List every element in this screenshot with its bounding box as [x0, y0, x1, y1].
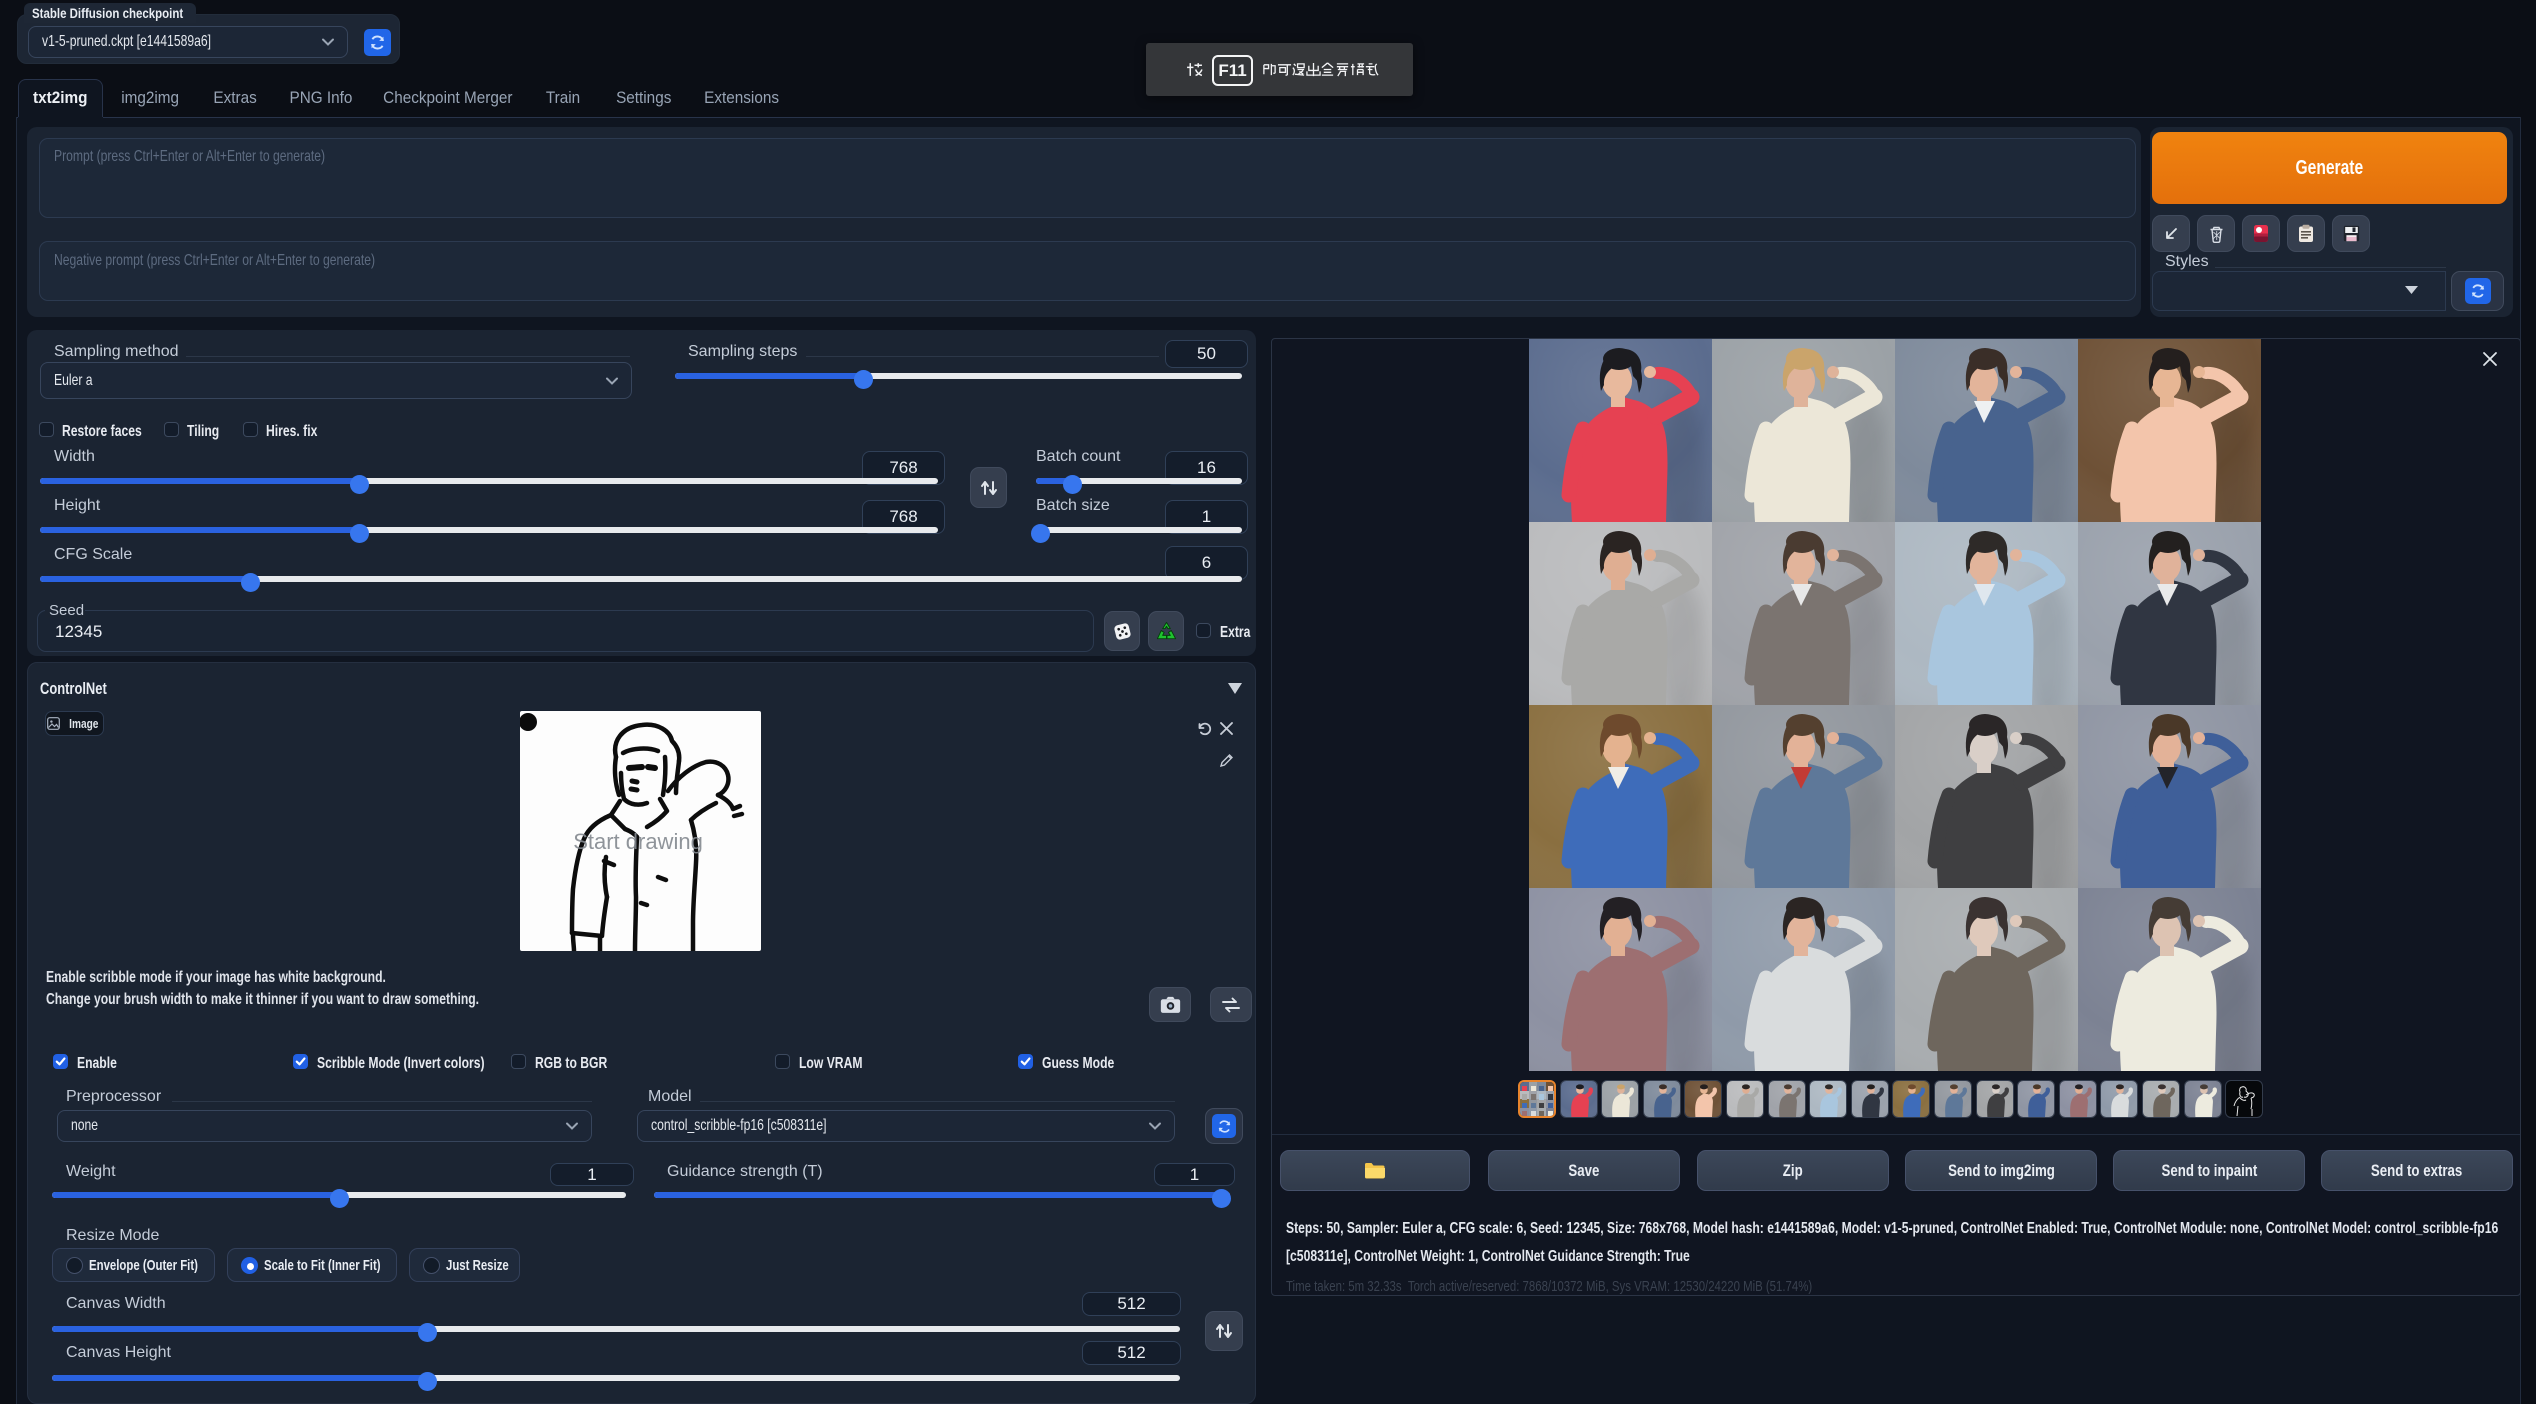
svg-text:Start drawing: Start drawing — [573, 829, 703, 854]
